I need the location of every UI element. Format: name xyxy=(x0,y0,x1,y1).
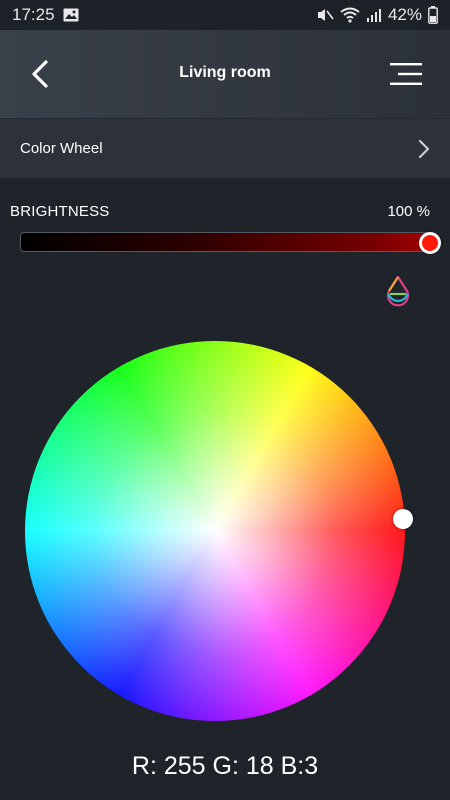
chevron-right-icon xyxy=(418,139,430,158)
signal-icon xyxy=(366,7,382,23)
mute-vibrate-icon xyxy=(316,7,334,23)
battery-icon xyxy=(428,6,438,24)
brightness-slider-thumb[interactable] xyxy=(419,232,441,254)
menu-icon xyxy=(390,63,422,85)
page-title: Living room xyxy=(179,64,271,81)
wifi-icon xyxy=(340,7,360,23)
color-mode-selector[interactable]: Color Wheel xyxy=(0,118,450,178)
status-left: 17:25 xyxy=(12,5,79,25)
color-wheel[interactable] xyxy=(25,341,405,721)
status-right: 42% xyxy=(316,5,438,25)
color-drop-button[interactable] xyxy=(384,274,412,308)
rgb-readout: R: 255 G: 18 B:3 xyxy=(131,752,319,780)
app-bar: Living room xyxy=(0,30,450,118)
brightness-slider[interactable] xyxy=(20,232,441,254)
color-drop-icon xyxy=(386,275,410,307)
color-wheel-selector[interactable] xyxy=(393,509,413,529)
clock: 17:25 xyxy=(12,5,55,24)
color-wheel-container xyxy=(25,341,413,721)
color-mode-label: Color Wheel xyxy=(20,140,103,157)
image-icon xyxy=(63,8,79,22)
menu-button[interactable] xyxy=(388,60,424,88)
battery-percent: 42% xyxy=(387,5,422,24)
brightness-label: BRIGHTNESS xyxy=(10,203,110,220)
status-bar: 17:25 42% xyxy=(0,0,450,30)
brightness-value: 100 % xyxy=(387,203,430,220)
